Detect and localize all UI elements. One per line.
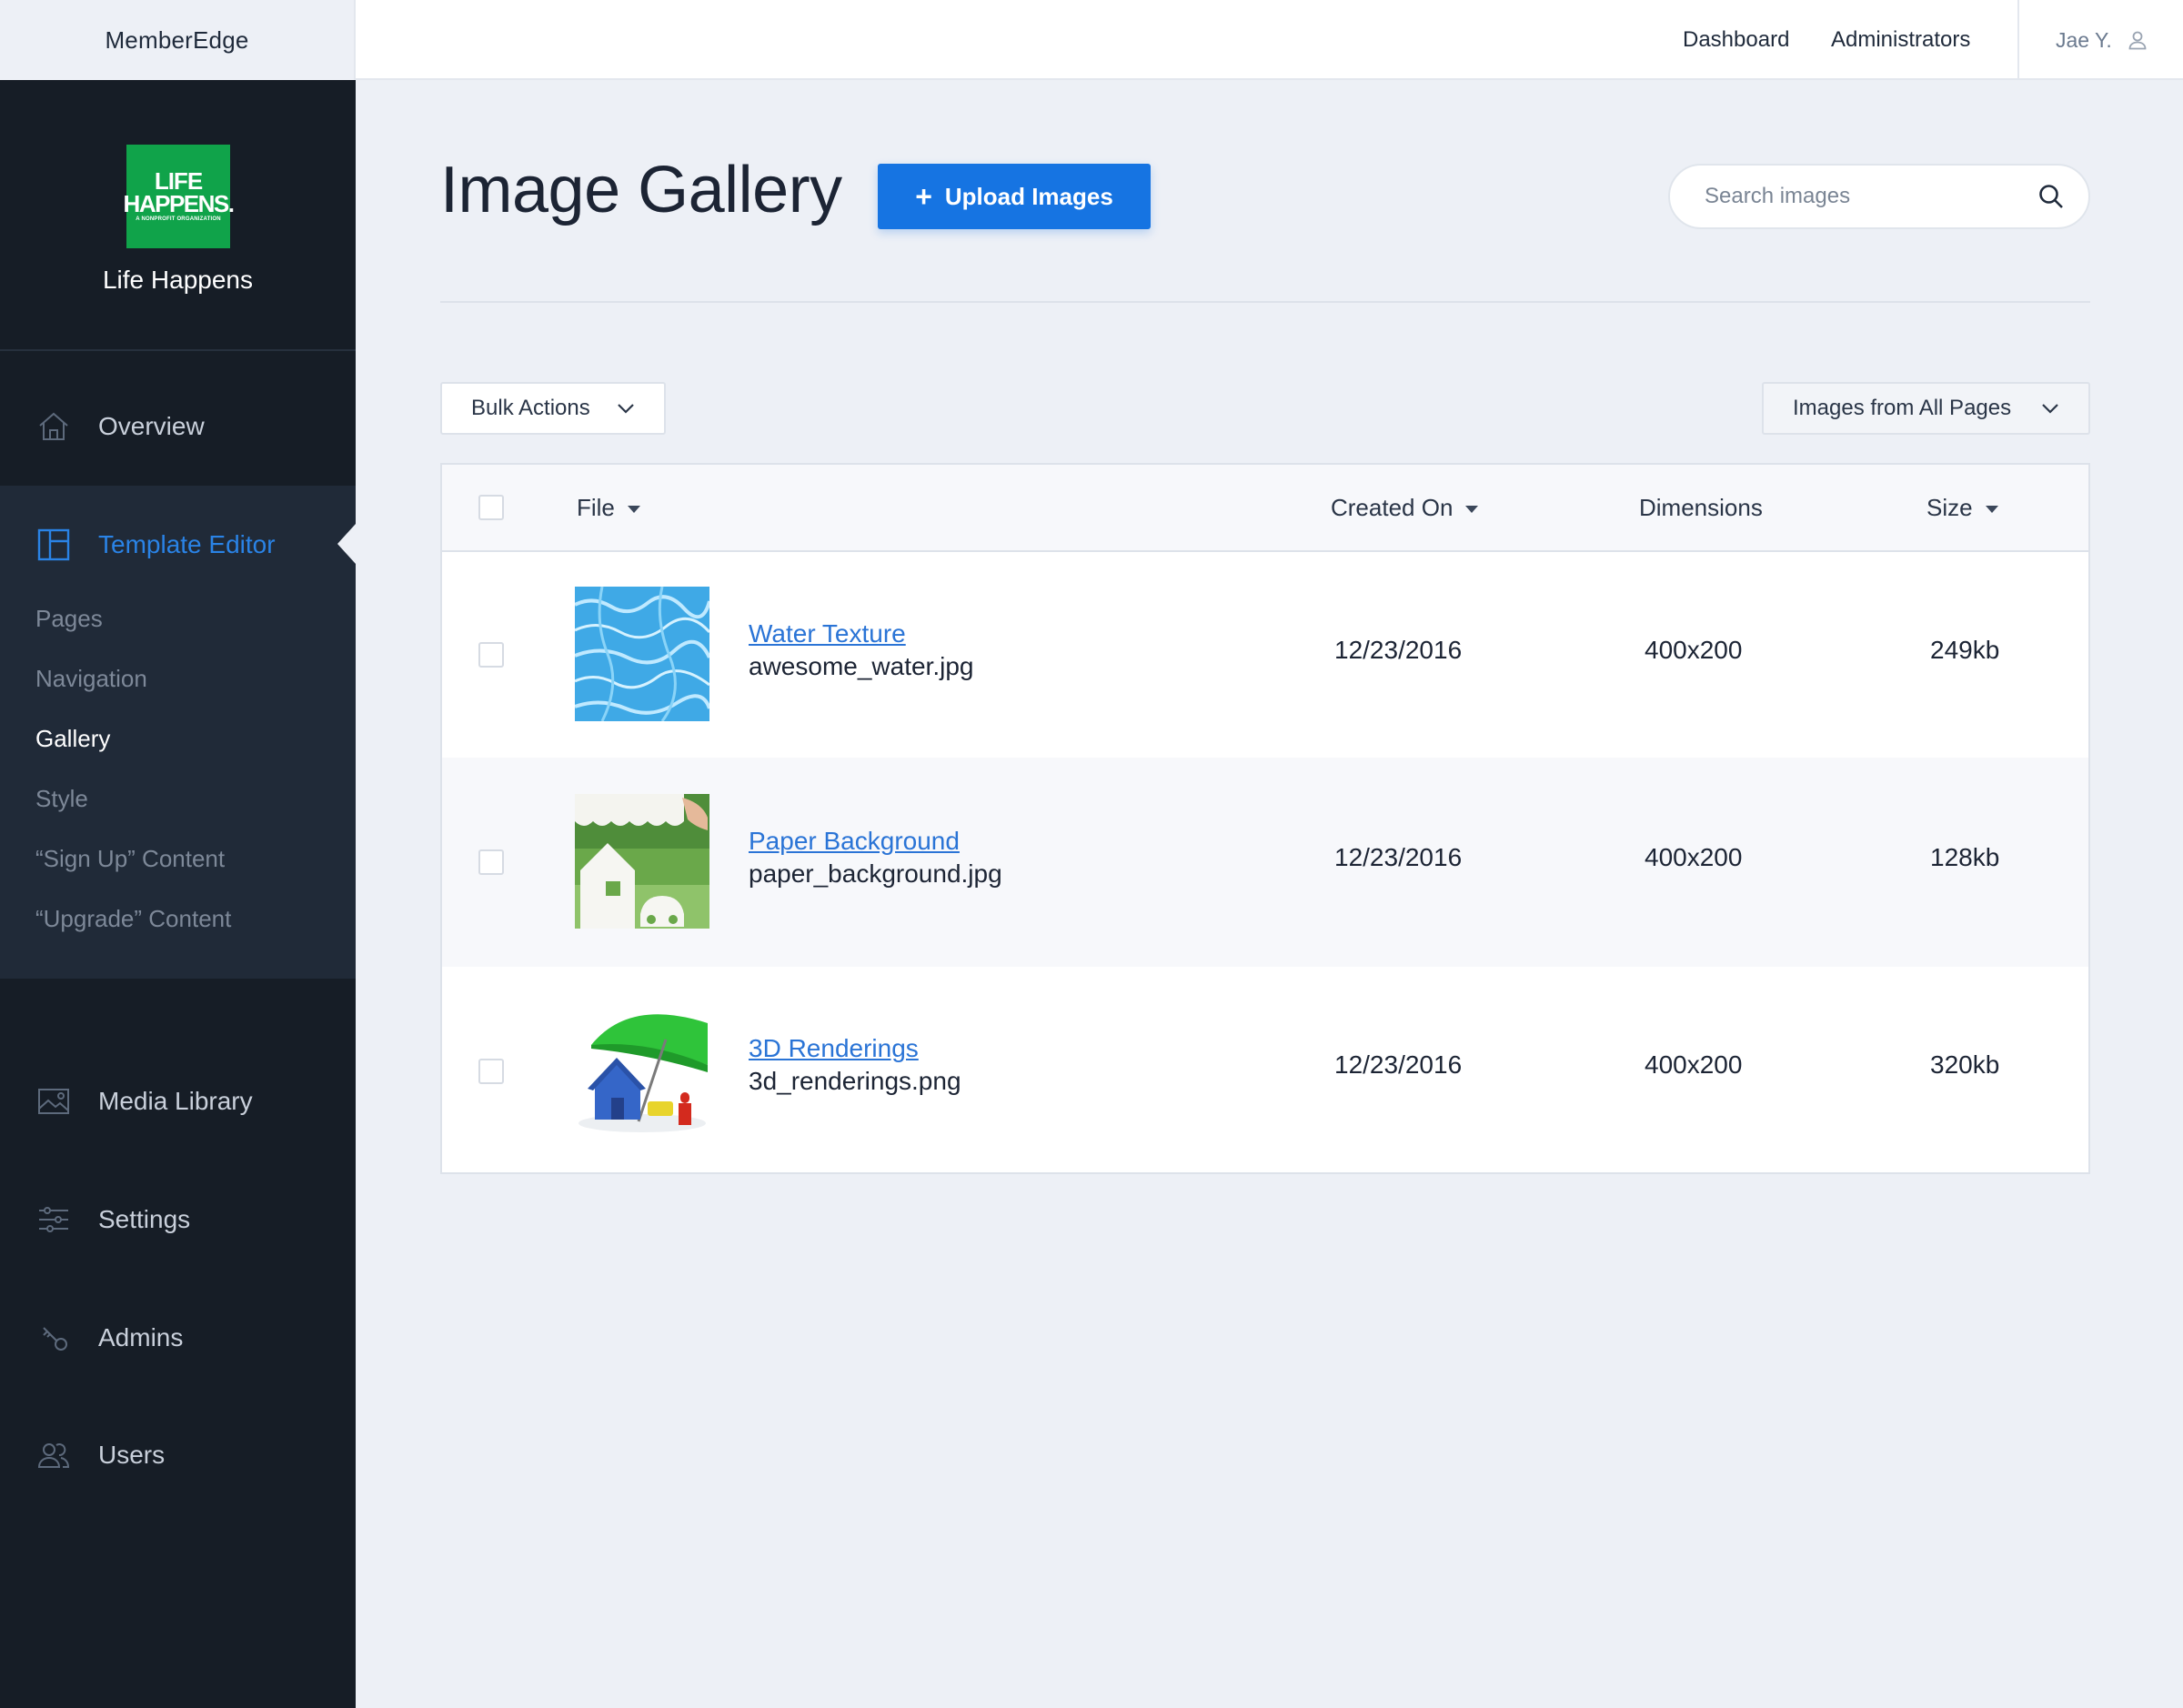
header-divider [440,301,2090,303]
dimensions-cell: 400x200 [1645,1050,1743,1079]
sidebar-item-label: Admins [98,1323,184,1351]
org-name: Life Happens [102,266,253,294]
subnav-item-gallery[interactable]: Gallery [35,708,231,769]
sidebar-item-users[interactable]: Users [0,1396,356,1514]
thumbnail-3d-renderings[interactable] [575,1003,709,1138]
table-row: 3D Renderings 3d_renderings.png 12/23/20… [442,967,2088,1172]
created-on-cell: 12/23/2016 [1334,636,1463,664]
subnav-item-upgrade-content[interactable]: “Upgrade” Content [35,889,231,949]
user-icon [2128,31,2147,50]
thumbnail-paper-background[interactable] [575,794,709,929]
sliders-icon [36,1202,71,1237]
subnav-item-navigation[interactable]: Navigation [35,648,231,708]
bulk-actions-label: Bulk Actions [471,396,590,420]
org-logo-line2: HAPPENS. [123,189,235,217]
column-header-label: Created On [1331,493,1454,521]
sidebar-item-label: Template Editor [98,530,276,558]
sort-caret-icon [627,506,640,513]
file-name: paper_background.jpg [749,859,1002,888]
page-scope-label: Images from All Pages [1793,396,2012,420]
top-bar: MemberEdge Dashboard Administrators Jae … [0,0,2183,80]
top-nav-admins-wrap: Administrators [1831,0,1970,80]
dimensions-cell: 400x200 [1645,843,1743,871]
table-row: Paper Background paper_background.jpg 12… [442,758,2088,967]
file-name: awesome_water.jpg [749,652,974,680]
row-checkbox[interactable] [478,1059,504,1084]
template-editor-subnav: Pages Navigation Gallery Style “Sign Up”… [35,588,231,949]
sidebar-item-label: Overview [98,412,205,440]
select-all-checkbox[interactable] [478,495,504,520]
table-header: File Created On Dimensions Size [442,465,2088,552]
gallery-table: File Created On Dimensions Size Water Te… [440,463,2090,1174]
nav-dashboard-link[interactable]: Dashboard [1683,27,1789,53]
sidebar-item-label: Users [98,1441,166,1469]
column-header-size[interactable]: Size [1926,465,1998,550]
nav-administrators-link[interactable]: Administrators [1831,27,1970,53]
sort-caret-icon [1465,506,1479,513]
search-box [1668,164,2090,229]
org-header: LIFE HAPPENS. A NONPROFIT ORGANIZATION L… [0,80,356,351]
upload-images-label: Upload Images [944,182,1113,210]
column-header-label: Dimensions [1639,493,1763,521]
page-title: Image Gallery [440,154,842,226]
row-checkbox[interactable] [478,642,504,668]
users-icon [36,1438,71,1472]
home-icon [36,409,71,444]
created-on-cell: 12/23/2016 [1334,843,1463,871]
key-icon [36,1321,71,1355]
column-header-created-on[interactable]: Created On [1331,465,1479,550]
subnav-item-pages[interactable]: Pages [35,588,231,648]
file-title-link[interactable]: Water Texture [749,619,906,648]
subnav-item-signup-content[interactable]: “Sign Up” Content [35,829,231,889]
bulk-actions-dropdown[interactable]: Bulk Actions [440,382,666,435]
dimensions-cell: 400x200 [1645,636,1743,664]
size-cell: 249kb [1930,636,2000,664]
org-logo-tagline: A NONPROFIT ORGANIZATION [136,216,221,223]
search-input[interactable] [1705,184,2037,209]
column-header-label: File [577,493,615,521]
search-icon[interactable] [2037,183,2065,210]
subnav-item-style[interactable]: Style [35,769,231,829]
sidebar-item-media-library[interactable]: Media Library [0,1042,356,1160]
top-nav-dashboard-wrap: Dashboard [1683,0,1789,80]
plus-icon: + [915,180,932,213]
row-checkbox[interactable] [478,849,504,875]
sidebar-item-settings[interactable]: Settings [0,1160,356,1279]
file-title-link[interactable]: 3D Renderings [749,1034,919,1063]
sidebar-item-label: Settings [98,1205,191,1233]
app-name: MemberEdge [105,25,249,54]
image-icon [36,1084,71,1119]
sidebar-item-admins[interactable]: Admins [0,1279,356,1397]
layout-icon [36,527,71,562]
sidebar-item-overview[interactable]: Overview [0,367,356,486]
org-logo: LIFE HAPPENS. A NONPROFIT ORGANIZATION [124,145,235,248]
size-cell: 320kb [1930,1050,2000,1079]
chevron-down-icon [2042,404,2058,414]
user-name: Jae Y. [2056,27,2112,52]
chevron-down-icon [618,404,634,414]
sidebar-item-template-editor[interactable]: Template Editor [0,486,356,604]
column-header-file[interactable]: File [577,465,640,550]
sidebar: LIFE HAPPENS. A NONPROFIT ORGANIZATION L… [0,80,356,1708]
org-logo-line1: LIFE [154,166,203,195]
size-cell: 128kb [1930,843,2000,871]
sort-caret-icon [1985,506,1998,513]
column-header-label: Size [1926,493,1973,521]
column-header-dimensions: Dimensions [1639,465,1763,550]
template-editor-section: Template Editor Pages Navigation Gallery… [0,486,356,979]
user-menu[interactable]: Jae Y. [2017,0,2183,80]
created-on-cell: 12/23/2016 [1334,1050,1463,1079]
app-brand[interactable]: MemberEdge [0,0,356,80]
page-scope-dropdown[interactable]: Images from All Pages [1762,382,2090,435]
upload-images-button[interactable]: + Upload Images [878,164,1151,229]
file-title-link[interactable]: Paper Background [749,827,960,856]
table-row: Water Texture awesome_water.jpg 12/23/20… [442,552,2088,758]
thumbnail-water-texture[interactable] [575,587,709,721]
sidebar-item-label: Media Library [98,1087,253,1115]
file-name: 3d_renderings.png [749,1067,961,1095]
